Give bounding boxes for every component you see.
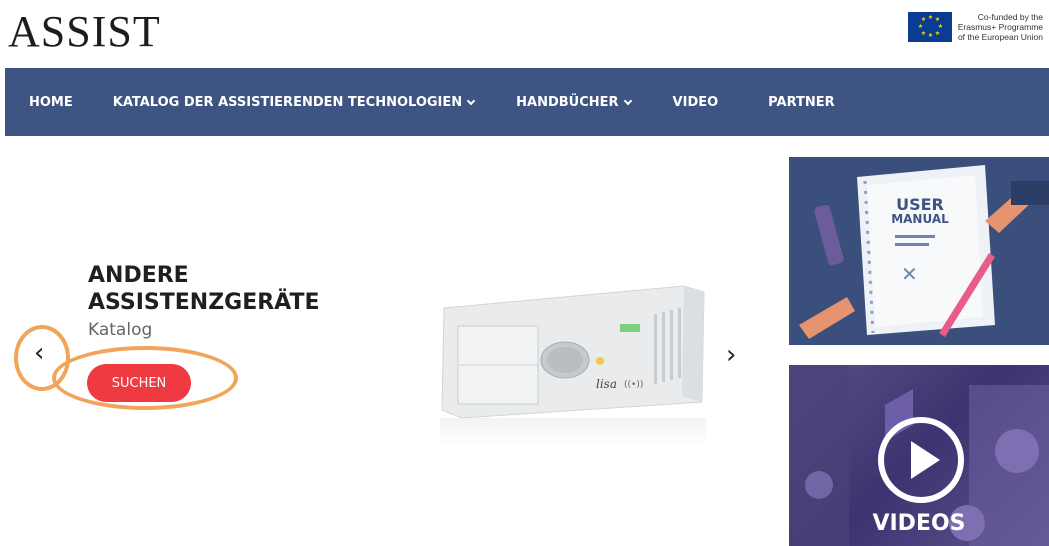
eu-text-line-3: of the European Union <box>957 32 1043 42</box>
eu-funding-notice: ★ ★ ★ ★ ★ ★ ★ ★ Co-funded by the Erasmus… <box>907 12 1043 42</box>
slide-subtitle: Katalog <box>88 320 153 340</box>
highlight-ellipse-search-button <box>52 346 238 410</box>
nav-item-manuals[interactable]: HANDBÜCHER <box>516 94 632 110</box>
videos-card[interactable]: VIDEOS <box>789 365 1049 546</box>
svg-text:✕: ✕ <box>901 262 918 286</box>
device-brand-label: lisa <box>596 377 617 391</box>
nav-item-partner[interactable]: PARTNER <box>768 95 834 110</box>
nav-item-label: KATALOG DER ASSISTIERENDEN TECHNOLOGIEN <box>112 94 463 110</box>
chevron-down-icon <box>466 96 476 105</box>
slider-next-arrow[interactable]: › <box>726 340 736 370</box>
slide-title-line-1: ANDERE <box>88 263 189 288</box>
alarm-device-image: lisa ((•)) <box>441 285 705 419</box>
eu-text-line-2: Erasmus+ Programme <box>957 22 1043 32</box>
nav-item-label: HANDBÜCHER <box>516 94 619 110</box>
main-navigation: HOME KATALOG DER ASSISTIERENDEN TECHNOLO… <box>5 68 1049 136</box>
nav-item-video[interactable]: VIDEO <box>673 95 719 110</box>
slide-title-line-2: ASSISTENZGERÄTE <box>88 290 320 315</box>
svg-text:((•)): ((•)) <box>624 380 643 390</box>
user-manual-card[interactable]: ✕ USER MANUAL <box>789 157 1049 345</box>
play-icon[interactable] <box>876 415 966 505</box>
nav-item-label: VIDEO <box>672 94 719 110</box>
nav-item-catalog[interactable]: KATALOG DER ASSISTIERENDEN TECHNOLOGIEN <box>112 94 476 110</box>
manual-title-line-2: MANUAL <box>891 212 949 226</box>
slide-title: ANDERE ASSISTENZGERÄTE <box>88 262 320 316</box>
eu-flag-icon: ★ ★ ★ ★ ★ ★ ★ ★ <box>907 12 952 42</box>
user-manual-illustration: ✕ <box>799 165 1049 339</box>
nav-item-home[interactable]: HOME <box>29 95 73 110</box>
eu-text-line-1: Co-funded by the <box>977 12 1043 22</box>
videos-label: VIDEOS <box>872 511 966 536</box>
device-reflection <box>440 418 706 448</box>
nav-item-label: HOME <box>29 94 73 110</box>
nav-item-label: PARTNER <box>768 94 835 110</box>
site-logo[interactable]: ASSIST <box>8 6 161 57</box>
eu-funding-text: Co-funded by the Erasmus+ Programme of t… <box>958 12 1043 42</box>
chevron-down-icon <box>623 96 632 105</box>
